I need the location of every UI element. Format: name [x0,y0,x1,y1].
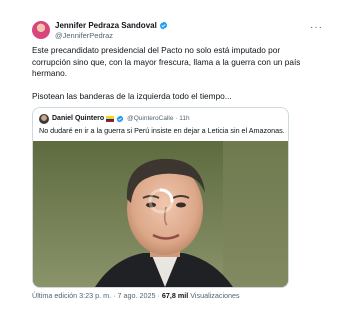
quoted-avatar[interactable] [39,113,49,124]
views-count: 67,8 mil [161,291,189,300]
author-handle[interactable]: @JenniferPedraz [55,31,113,41]
verified-badge-icon [159,21,167,30]
edited-timestamp[interactable]: Última edición 3:23 p. m. · 7 ago. 2025 … [32,291,160,300]
quoted-author-name[interactable]: Daniel Quintero [52,115,104,122]
tweet-paragraph-2: Pisotean las banderas de la izquierda to… [32,90,232,101]
tweet-card[interactable]: Jennifer Pedraza Sandoval @JenniferPedra… [0,0,350,311]
quoted-header: Daniel Quintero @QuinteroCalle · 11h [39,113,190,124]
author-avatar[interactable] [32,21,50,39]
tweet-footer: Última edición 3:23 p. m. · 7 ago. 2025 … [32,291,240,301]
tweet-paragraph-1: Este precandidato presidencial del Pacto… [32,45,301,78]
views-label: Visualizaciones [190,291,240,300]
more-icon[interactable]: ··· [310,22,323,33]
verified-badge-icon [116,115,124,122]
loading-spinner-icon [148,188,174,214]
tweet-text: Este precandidato presidencial del Pacto… [32,45,302,102]
quoted-video[interactable] [33,141,288,287]
author-name[interactable]: Jennifer Pedraza Sandoval [55,20,157,31]
colombia-flag-icon [106,115,115,122]
quoted-text: No dudaré en ir a la guerra si Perú insi… [39,126,285,135]
author-name-row[interactable]: Jennifer Pedraza Sandoval [55,20,168,31]
quoted-handle-time[interactable]: @QuinteroCalle · 11h [127,115,189,122]
quoted-tweet[interactable]: Daniel Quintero @QuinteroCalle · 11h No … [32,107,289,288]
